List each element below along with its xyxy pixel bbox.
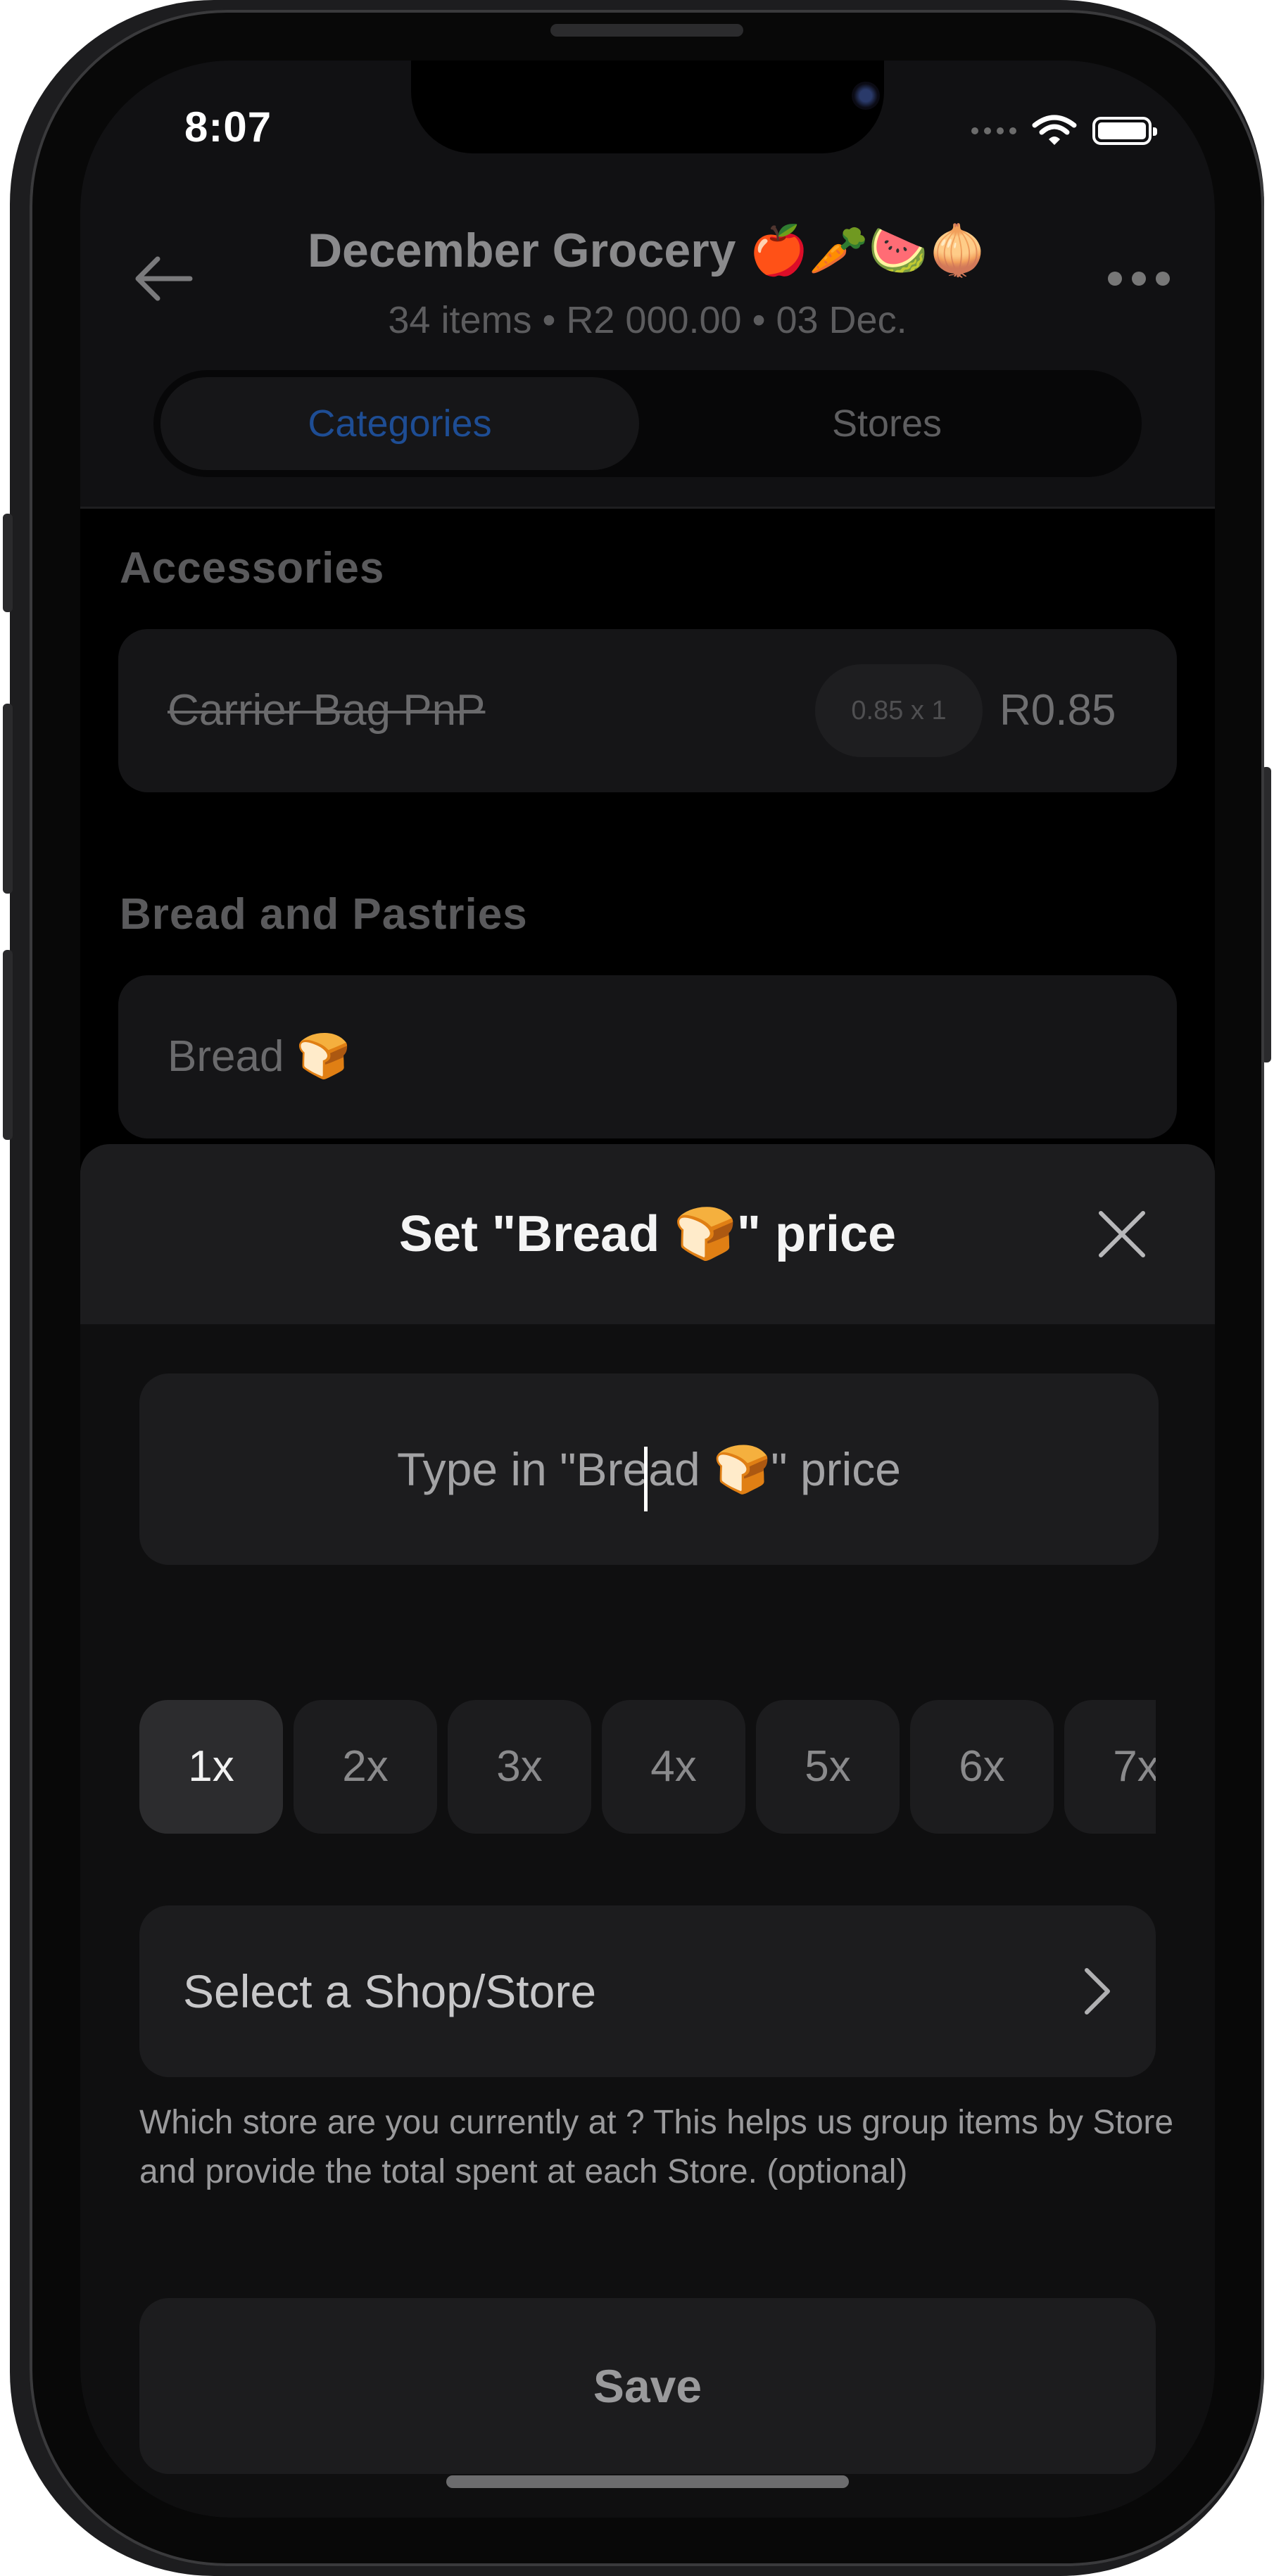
store-selector-label: Select a Shop/Store (183, 1965, 597, 2017)
store-helper-text: Which store are you currently at ? This … (139, 2104, 1174, 2190)
chevron-right-icon (1085, 1968, 1110, 2015)
price-sheet: Set "Bread 🍞" price 1x 2x 3x 4x 5x 6x 7x… (80, 1144, 1215, 2518)
battery-icon (1092, 117, 1157, 145)
section-title-accessories: Accessories (120, 544, 385, 592)
list-title: December Grocery 🍎🥕🍉🧅 (307, 224, 988, 277)
multiplier-7x[interactable]: 7x (1064, 1700, 1156, 1834)
multiplier-3x[interactable]: 3x (448, 1700, 591, 1834)
multiplier-4x[interactable]: 4x (602, 1700, 745, 1834)
quantity-badge: 0.85 x 1 (815, 664, 983, 757)
sheet-title: Set "Bread 🍞" price (398, 1206, 897, 1262)
more-icon[interactable] (1108, 265, 1178, 293)
store-selector[interactable]: Select a Shop/Store (139, 1905, 1156, 2077)
volume-down-button (3, 950, 13, 1140)
cellular-icon (971, 127, 1016, 134)
status-icons (971, 114, 1157, 148)
volume-up-button (3, 704, 13, 894)
action-button (3, 514, 13, 612)
camera-icon (852, 82, 880, 110)
item-name: Bread 🍞 (168, 1032, 351, 1081)
multiplier-5x[interactable]: 5x (756, 1700, 900, 1834)
section-title-bread: Bread and Pastries (120, 890, 528, 939)
earpiece (550, 24, 743, 37)
wifi-icon (1032, 115, 1077, 145)
price-input[interactable] (139, 1373, 1159, 1565)
item-price: R0.85 (999, 686, 1116, 735)
multiplier-row: 1x 2x 3x 4x 5x 6x 7x (139, 1700, 1156, 1834)
close-icon[interactable] (1094, 1206, 1150, 1262)
phone-frame: December Grocery 🍎🥕🍉🧅 34 items • R2 000.… (3, 0, 1271, 2576)
text-cursor (644, 1447, 648, 1511)
multiplier-1x[interactable]: 1x (139, 1700, 283, 1834)
dynamic-island (411, 61, 884, 153)
save-button[interactable]: Save (139, 2298, 1156, 2474)
multiplier-2x[interactable]: 2x (294, 1700, 437, 1834)
sheet-header: Set "Bread 🍞" price (80, 1144, 1215, 1324)
list-item[interactable]: Carrier Bag PnP 0.85 x 1 R0.85 (118, 629, 1177, 792)
tab-categories[interactable]: Categories (160, 370, 639, 477)
status-time: 8:07 (184, 103, 272, 151)
list-subtitle: 34 items • R2 000.00 • 03 Dec. (388, 299, 907, 341)
list-item[interactable]: Bread 🍞 (118, 975, 1177, 1138)
item-name: Carrier Bag PnP (168, 686, 486, 735)
multiplier-6x[interactable]: 6x (910, 1700, 1054, 1834)
tab-stores[interactable]: Stores (648, 370, 1126, 477)
home-indicator (446, 2475, 849, 2488)
screen: December Grocery 🍎🥕🍉🧅 34 items • R2 000.… (80, 61, 1215, 2518)
header-divider (80, 507, 1215, 509)
view-segmented-control: Categories Stores (153, 370, 1142, 477)
